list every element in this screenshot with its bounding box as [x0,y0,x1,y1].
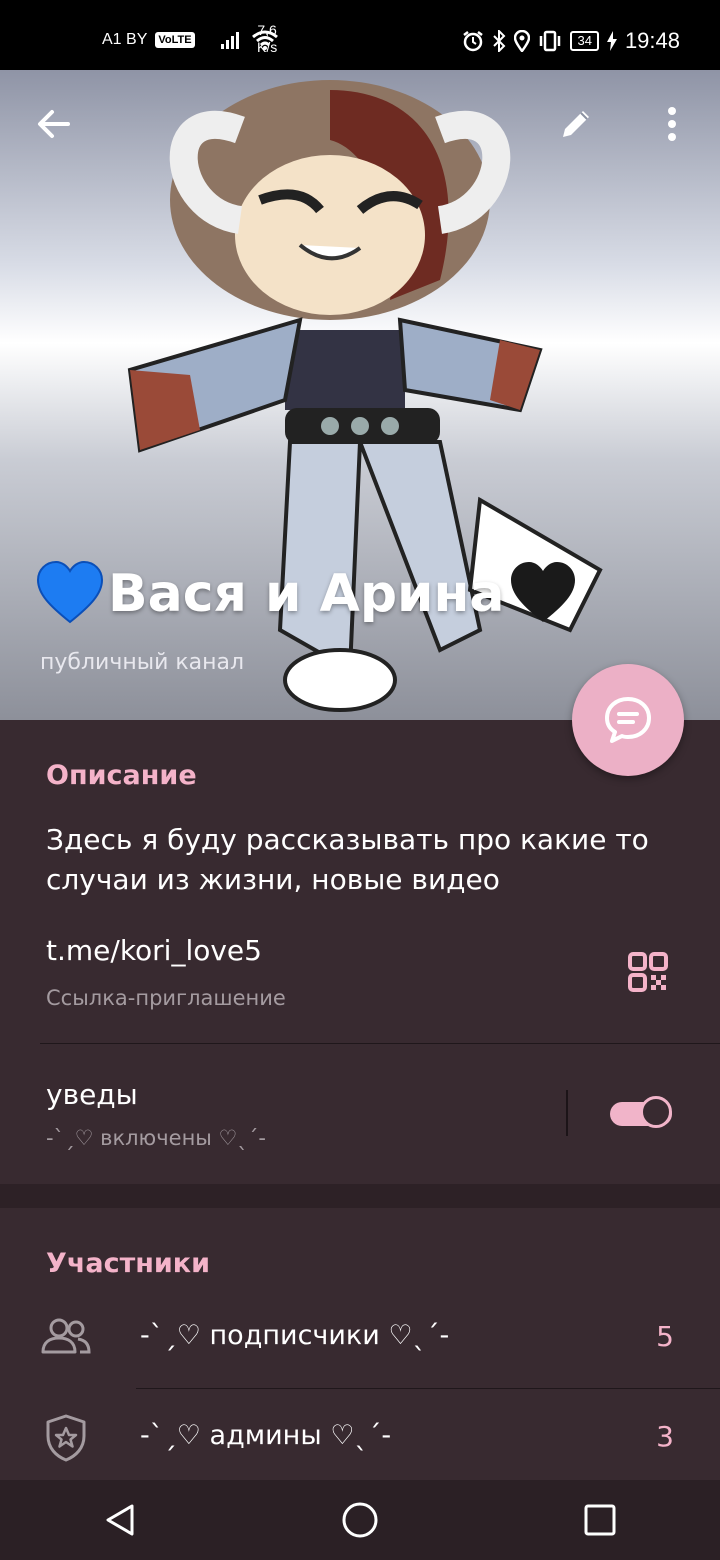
square-recents-icon [584,1504,616,1536]
notifications-label: уведы [46,1078,138,1111]
toggle-knob [640,1096,672,1128]
info-section: Описание Здесь я буду рассказывать про к… [0,720,720,1184]
subscribers-row[interactable]: -ˋˏ♡ подписчики ♡ˎˊ- 5 [0,1288,720,1388]
bluetooth-icon [493,30,506,52]
shield-star-icon [46,1414,86,1462]
nav-back-button[interactable] [80,1480,160,1560]
discussion-button[interactable] [572,664,684,776]
status-right: 34 19:48 [462,28,680,54]
subscribers-count: 5 [656,1320,674,1353]
nav-home-button[interactable] [320,1480,400,1560]
network-speed: 7,6 K/s [257,22,277,56]
location-icon [514,30,531,52]
volte-badge: VoLTE [155,32,195,48]
more-vertical-icon [668,107,676,141]
status-bar: A1 BY VoLTE 7,6 K/s 34 19:48 [0,0,720,70]
admins-count: 3 [656,1420,674,1453]
triangle-back-icon [106,1504,134,1536]
speed-value: 7,6 [257,22,277,38]
invite-link[interactable]: t.me/kori_love5 [46,934,262,967]
charging-icon [606,31,617,51]
circle-home-icon [342,1502,378,1538]
pencil-icon [563,111,589,137]
notifications-status: -ˋˏ♡ включены ♡ˎˊ- [46,1126,266,1150]
admins-row[interactable]: -ˋˏ♡ админы ♡ˎˊ- 3 [0,1388,720,1488]
battery-indicator: 34 [570,31,599,51]
speed-unit: K/s [257,39,278,55]
clock: 19:48 [624,28,680,53]
blue-heart-icon [36,560,104,624]
qr-code-icon[interactable] [622,946,674,998]
system-nav-bar [0,1480,720,1560]
divider [40,1043,720,1044]
invite-link-label: Ссылка-приглашение [46,986,286,1010]
admins-label: -ˋˏ♡ админы ♡ˎˊ- [140,1420,392,1451]
channel-type: публичный канал [40,650,245,675]
description-text: Здесь я буду рассказывать про какие то с… [46,823,649,896]
alarm-icon [463,31,484,52]
notifications-toggle[interactable] [610,1096,678,1132]
edit-button[interactable] [548,96,604,152]
separator-line [566,1090,568,1136]
description-title: Описание [46,760,197,791]
carrier-name: A1 BY [102,31,148,48]
black-heart-icon [510,562,575,622]
channel-header: Вася и Арина публичный канал [0,70,720,720]
back-button[interactable] [26,96,82,152]
subscribers-label: -ˋˏ♡ подписчики ♡ˎˊ- [140,1320,450,1351]
status-left: A1 BY VoLTE [102,30,279,50]
channel-title: Вася и Арина [36,560,577,628]
members-section: Участники -ˋˏ♡ подписчики ♡ˎˊ- 5 -ˋˏ♡ ад… [0,1208,720,1480]
section-gap [0,1184,720,1208]
arrow-left-icon [38,110,70,138]
vibrate-icon [540,30,561,52]
channel-name: Вася и Арина [108,564,505,624]
people-icon [41,1318,91,1354]
members-title: Участники [46,1248,211,1279]
nav-recents-button[interactable] [560,1480,640,1560]
more-options-button[interactable] [644,96,700,152]
chat-bubble-icon [605,697,651,743]
signal-icon [220,32,239,49]
